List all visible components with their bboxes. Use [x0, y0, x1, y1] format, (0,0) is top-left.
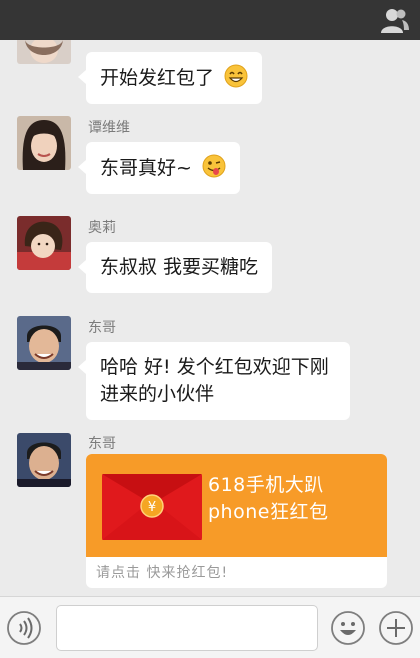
message-input[interactable]: [56, 605, 318, 651]
input-bar: [0, 596, 420, 658]
smile-emoji-icon: [224, 64, 248, 88]
red-packet-card[interactable]: ¥ 618手机大趴 phone狂红包 请点击 快来抢红包!: [86, 454, 387, 588]
message-text: 哈哈 好! 发个红包欢迎下刚进来的小伙伴: [100, 356, 329, 405]
avatar[interactable]: [17, 316, 71, 370]
avatar[interactable]: [17, 216, 71, 270]
message-text: 东哥真好~: [100, 157, 192, 179]
message-text: 东叔叔 我要买糖吃: [100, 256, 259, 278]
sender-name: 东哥: [88, 320, 116, 336]
plus-icon[interactable]: [378, 610, 414, 646]
emoji-icon[interactable]: [330, 610, 366, 646]
red-packet-title: 618手机大趴 phone狂红包: [208, 472, 378, 526]
message-bubble[interactable]: 哈哈 好! 发个红包欢迎下刚进来的小伙伴: [78, 342, 350, 420]
sender-name: 谭维维: [88, 120, 130, 136]
tongue-wink-emoji-icon: [202, 154, 226, 178]
contacts-icon[interactable]: [380, 6, 410, 34]
message-bubble[interactable]: 东叔叔 我要买糖吃: [77, 242, 273, 293]
red-packet-title-line1: 618手机大趴: [208, 474, 324, 496]
red-packet-hint: 请点击 快来抢红包!: [96, 565, 229, 581]
avatar[interactable]: [17, 433, 71, 487]
voice-icon[interactable]: [6, 610, 42, 646]
message-bubble[interactable]: 东哥真好~: [78, 142, 240, 194]
red-packet-title-line2: phone狂红包: [208, 501, 329, 523]
top-bar: [0, 0, 420, 40]
red-envelope-icon: ¥: [102, 474, 202, 540]
message-bubble[interactable]: 开始发红包了: [77, 52, 263, 104]
chat-area: 开始发红包了 谭维维 东哥真好~ 奥莉 东叔叔 我要买糖吃 东哥 哈哈 好! 发…: [0, 40, 420, 596]
avatar[interactable]: [17, 40, 71, 64]
sender-name: 奥莉: [88, 220, 116, 236]
currency-symbol: ¥: [148, 500, 156, 515]
avatar[interactable]: [17, 116, 71, 170]
red-packet-header: ¥ 618手机大趴 phone狂红包: [86, 454, 387, 557]
sender-name: 东哥: [88, 436, 116, 452]
message-text: 开始发红包了: [100, 67, 215, 89]
